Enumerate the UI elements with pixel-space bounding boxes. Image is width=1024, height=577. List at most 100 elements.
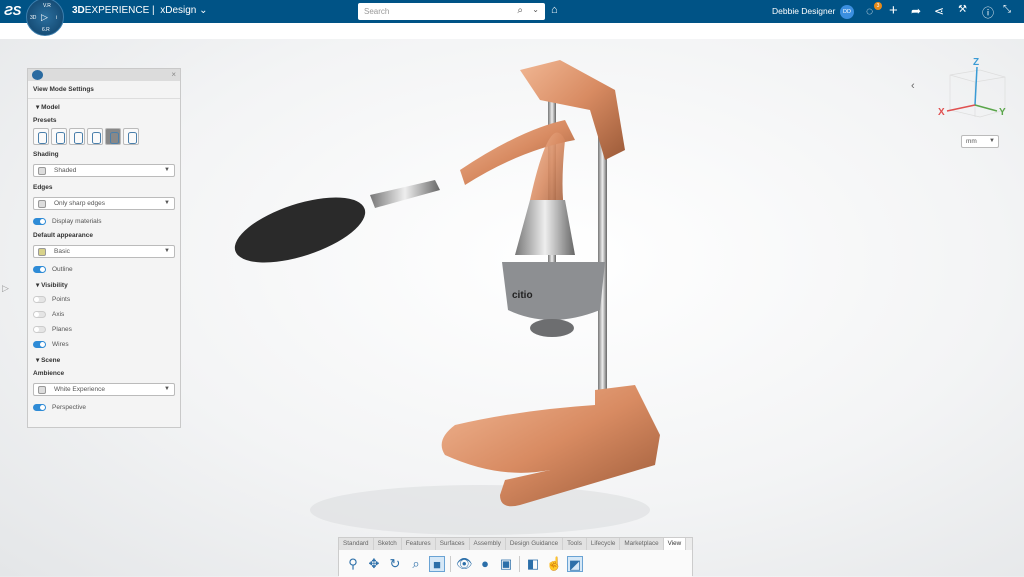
user-name[interactable]: Debbie Designer [772,6,835,16]
preset-visible-lines-icon[interactable] [87,128,103,145]
edges-value: Only sharp edges [54,200,105,207]
section-label: Model [41,104,60,111]
ds-logo-icon[interactable]: ƧS [4,3,21,18]
view-cube-icon[interactable] [949,69,1006,118]
toggle-switch[interactable] [33,266,46,273]
tab-assembly[interactable]: Assembly [469,538,506,550]
display-settings-icon[interactable]: ▣ [498,556,514,572]
app-title[interactable]: 3DEXPERIENCE | xDesign ⌄ [72,5,208,16]
shading-icon [38,167,46,175]
tab-marketplace[interactable]: Marketplace [620,538,664,550]
play-icon[interactable]: ▷ [41,12,48,23]
dropdown-arrow-icon: ▼ [164,167,170,173]
collapse-icon[interactable]: ⤡ [1003,4,1011,15]
view-mode-settings-icon[interactable]: ◩ [567,555,583,572]
app-name: xDesign [160,5,197,16]
toggle-label: Wires [52,341,69,348]
section-visibility[interactable]: ▾ Visibility [28,277,180,292]
tab-surfaces[interactable]: Surfaces [435,538,470,550]
chevron-left-icon[interactable]: ‹ [911,80,915,92]
hide-show-icon[interactable]: 👁 [456,556,473,572]
dropdown-arrow-icon: ▼ [164,386,170,392]
expand-panel-icon[interactable]: ▷ [2,283,9,294]
close-icon[interactable]: × [171,70,176,79]
share-icon[interactable]: ➦ [911,4,921,18]
outline-toggle[interactable]: Outline [28,262,180,277]
planes-toggle[interactable]: Planes [28,322,180,337]
selection-icon[interactable]: ☝ [546,556,562,572]
pan-icon[interactable]: ✥ [366,556,382,572]
compass-right[interactable]: i [56,15,57,21]
help-icon[interactable]: ⓘ [982,4,994,21]
zoom-area-icon[interactable]: ⌕ [408,556,424,572]
tab-standard[interactable]: Standard [339,538,374,550]
display-materials-toggle[interactable]: Display materials [28,214,180,229]
tab-lifecycle[interactable]: Lifecycle [586,538,621,550]
edges-dropdown[interactable]: Only sharp edges ▼ [33,197,175,210]
section-view-icon[interactable]: ◧ [525,556,541,572]
view-mode-settings-panel: × View Mode Settings ▾ Model Presets Sha… [27,68,181,428]
juicer-model[interactable]: citio [220,40,680,540]
wires-toggle[interactable]: Wires [28,337,180,352]
ambience-dropdown[interactable]: White Experience ▼ [33,383,175,396]
compass-top[interactable]: V.R [43,3,51,9]
preset-hidden-lines-icon[interactable] [69,128,85,145]
toggle-switch[interactable] [33,311,46,318]
shading-dropdown[interactable]: Shaded ▼ [33,164,175,177]
search-input[interactable]: Search ⌕ ⌄ [358,3,545,20]
preset-shaded-edges-icon[interactable] [51,128,67,145]
tab-features[interactable]: Features [401,538,436,550]
tab-design-guidance[interactable]: Design Guidance [505,538,564,550]
action-bar-tabs: Standard Sketch Features Surfaces Assemb… [339,538,692,550]
brand-bold: 3D [72,5,85,16]
search-icon[interactable]: ⌕ [517,5,523,16]
toggle-label: Display materials [52,218,102,225]
preset-shaded-icon[interactable] [33,128,49,145]
chevron-down-icon[interactable]: ⌄ [532,5,539,14]
tab-tools[interactable]: Tools [563,538,587,550]
toggle-label: Planes [52,326,72,333]
axis-toggle[interactable]: Axis [28,307,180,322]
tools-icon[interactable]: ⚒ [958,4,967,15]
toggle-switch[interactable] [33,404,46,411]
zoom-fit-icon[interactable]: ⚲ [345,556,361,572]
toggle-label: Axis [52,311,65,318]
plus-icon[interactable]: + [889,2,898,19]
toggle-switch[interactable] [33,218,46,225]
separator [450,555,451,572]
top-bar: ƧS V.R 3D ▷ i 6.R 3DEXPERIENCE | xDesign… [0,0,1024,36]
toggle-switch[interactable] [33,296,46,303]
toggle-switch[interactable] [33,341,46,348]
appearance-settings-icon[interactable]: ● [477,556,493,572]
social-icon[interactable]: ⋖ [934,4,944,18]
section-model[interactable]: ▾ Model [28,99,180,114]
axis-triad[interactable]: Z X Y [935,55,1015,125]
compass-bottom[interactable]: 6.R [42,27,50,33]
tab-sketch[interactable]: Sketch [373,538,402,550]
avatar[interactable]: DD [840,5,854,19]
view-orientation-icon[interactable]: ■ [429,555,445,572]
toggle-switch[interactable] [33,326,46,333]
x-axis [946,104,976,112]
view-settings-icon [32,70,43,80]
rotate-icon[interactable]: ↻ [387,556,403,572]
ambience-icon [38,386,46,394]
units-value: mm [966,138,977,145]
presets-label: Presets [33,117,57,124]
compass-left[interactable]: 3D [30,15,36,21]
appearance-dropdown[interactable]: Basic ▼ [33,245,175,258]
notification-icon[interactable]: ◌ [866,4,873,18]
units-dropdown[interactable]: mm ▼ [961,135,999,148]
preset-wireframe-icon[interactable] [123,128,139,145]
separator [519,555,520,572]
chevron-down-icon: ⌄ [199,5,208,16]
preset-dark-icon[interactable] [105,128,121,145]
dropdown-arrow-icon: ▼ [164,248,170,254]
tab-view[interactable]: View [663,538,687,550]
perspective-toggle[interactable]: Perspective [28,400,180,415]
bottom-bowl [530,319,574,337]
section-scene[interactable]: ▾ Scene [28,352,180,367]
points-toggle[interactable]: Points [28,292,180,307]
panel-header: × [28,69,180,81]
tag-icon[interactable]: ⌂ [551,4,558,16]
